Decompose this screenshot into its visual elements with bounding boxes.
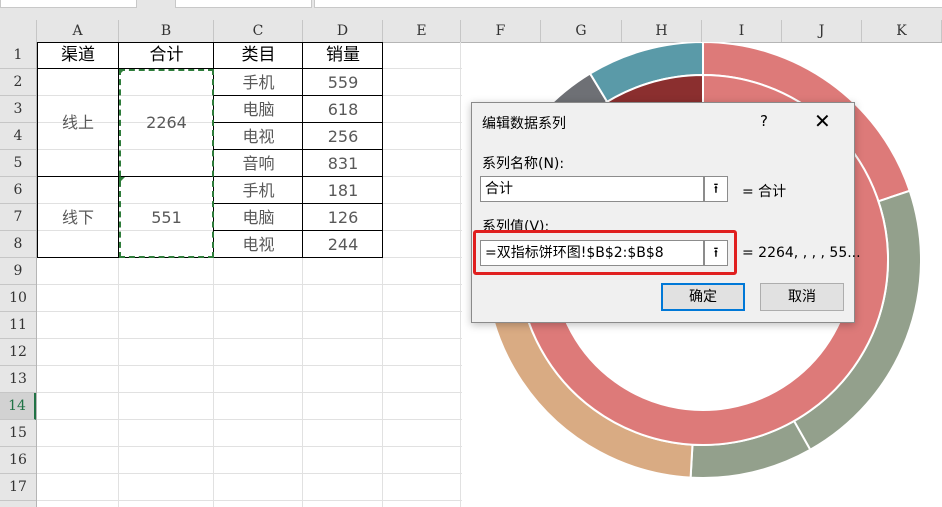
header-cell-category[interactable]: 类目 [214,42,303,69]
row-header[interactable]: 13 [0,366,36,393]
gridline [37,500,462,501]
header-cell-total[interactable]: 合计 [119,42,214,69]
ok-button[interactable]: 确定 [661,283,745,311]
category-cell[interactable]: 手机 [214,177,303,204]
gridline [37,284,462,285]
edit-series-dialog: 编辑数据系列 ? ✕ 系列名称(N): 合计 ⭱ = 合计 系列值(V): =双… [471,102,861,323]
sales-cell[interactable]: 181 [303,177,383,204]
header-cell-sales[interactable]: 销量 [303,42,383,69]
gridline [37,392,462,393]
category-cell[interactable]: 音响 [214,150,303,177]
name-box[interactable] [0,0,137,8]
row-header[interactable]: 3 [0,96,36,123]
collapse-arrow-icon[interactable]: ⭱ [704,176,728,202]
channel-cell-online[interactable]: 线上 [37,69,119,177]
toolbar-strip [0,0,942,20]
column-header-bar: A B C D E F G H I J K [0,20,942,43]
column-header-f[interactable]: F [461,20,541,42]
category-cell[interactable]: 电脑 [214,204,303,231]
gridline [37,446,462,447]
highlight-annotation [473,230,737,275]
row-header[interactable]: 7 [0,204,36,231]
column-header-i[interactable]: I [702,20,782,42]
column-header-g[interactable]: G [541,20,622,42]
category-cell[interactable]: 电脑 [214,96,303,123]
gridline [37,419,462,420]
row-header[interactable]: 8 [0,231,36,258]
column-header-c[interactable]: C [214,20,303,42]
sales-cell[interactable]: 126 [303,204,383,231]
row-header[interactable]: 17 [0,474,36,501]
category-cell[interactable]: 电视 [214,123,303,150]
row-header[interactable]: 6 [0,177,36,204]
sales-cell[interactable]: 831 [303,150,383,177]
row-header[interactable]: 1 [0,42,36,69]
help-button[interactable]: ? [760,112,768,130]
sales-cell[interactable]: 559 [303,69,383,96]
cancel-button[interactable]: 取消 [760,283,844,311]
column-header-b[interactable]: B [119,20,214,42]
row-header[interactable]: 4 [0,123,36,150]
header-cell-channel[interactable]: 渠道 [37,42,119,69]
row-header[interactable]: 10 [0,285,36,312]
column-header-h[interactable]: H [622,20,702,42]
series-name-preview: = 合计 [742,184,787,200]
row-header[interactable]: 2 [0,69,36,96]
gridline [37,311,462,312]
copy-range-border [119,69,214,258]
close-button[interactable]: ✕ [814,109,831,133]
row-header[interactable]: 12 [0,339,36,366]
formula-control[interactable] [175,0,312,8]
row-header[interactable]: 15 [0,420,36,447]
sales-cell[interactable]: 244 [303,231,383,258]
error-indicator-icon [119,69,125,75]
category-cell[interactable]: 手机 [214,69,303,96]
column-header-a[interactable]: A [37,20,119,42]
row-header[interactable]: 16 [0,447,36,474]
dialog-title: 编辑数据系列 [482,116,566,132]
error-indicator-icon [119,177,125,183]
sales-cell[interactable]: 256 [303,123,383,150]
row-header-selected[interactable]: 14 [0,393,36,420]
gridline [37,338,462,339]
column-header-j[interactable]: J [782,20,862,42]
series-name-input[interactable]: 合计 [480,176,704,202]
row-header[interactable]: 5 [0,150,36,177]
select-all-corner[interactable] [0,20,37,42]
series-values-preview: = 2264, , , , 55... [742,245,861,261]
sales-cell[interactable]: 618 [303,96,383,123]
gridline [37,365,462,366]
row-header[interactable]: 9 [0,258,36,285]
column-header-e[interactable]: E [383,20,461,42]
channel-cell-offline[interactable]: 线下 [37,177,119,258]
column-header-d[interactable]: D [303,20,383,42]
series-name-label: 系列名称(N): [482,156,565,172]
category-cell[interactable]: 电视 [214,231,303,258]
column-header-k[interactable]: K [862,20,942,42]
gridline [37,473,462,474]
formula-bar[interactable] [314,0,942,8]
row-header-bar: 1 2 3 4 5 6 7 8 9 10 11 12 13 14 15 16 1… [0,42,37,507]
row-header[interactable]: 11 [0,312,36,339]
